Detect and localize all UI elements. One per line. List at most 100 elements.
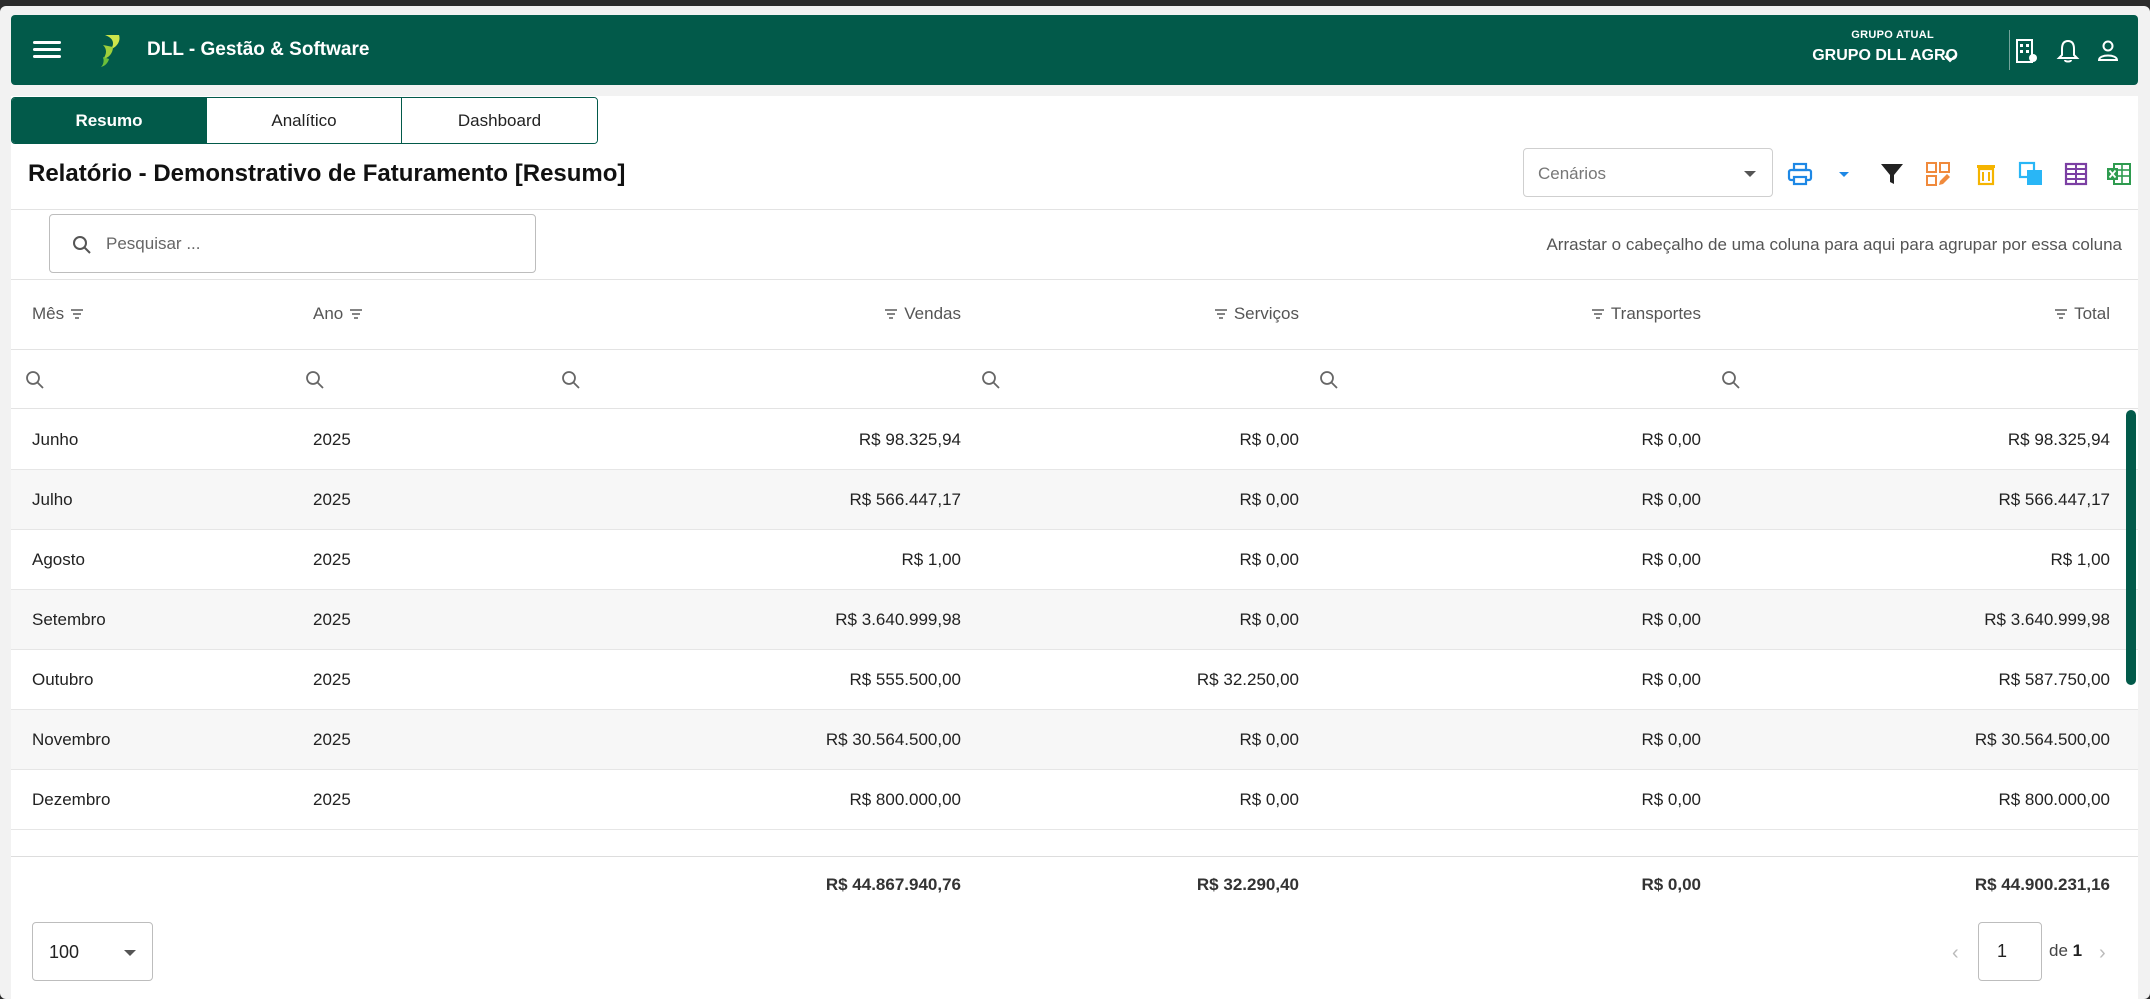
menu-icon[interactable] xyxy=(33,37,61,63)
app-window: DLL - Gestão & Software GRUPO ATUAL GRUP… xyxy=(0,6,2150,999)
cell-total: R$ 3.640.999,98 xyxy=(1984,610,2110,629)
table-row[interactable]: Julho 2025 R$ 566.447,17 R$ 0,00 R$ 0,00… xyxy=(11,470,2138,530)
divider xyxy=(2009,30,2010,70)
cell-ano: 2025 xyxy=(313,430,351,449)
table-row[interactable]: Outubro 2025 R$ 555.500,00 R$ 32.250,00 … xyxy=(11,650,2138,710)
tab-dashboard[interactable]: Dashboard xyxy=(402,98,597,143)
table-row[interactable]: Agosto 2025 R$ 1,00 R$ 0,00 R$ 0,00 R$ 1… xyxy=(11,530,2138,590)
copy-icon[interactable] xyxy=(2017,160,2045,188)
filter-search-icon[interactable] xyxy=(1319,370,1339,390)
filter-search-icon[interactable] xyxy=(561,370,581,390)
filter-search-icon[interactable] xyxy=(25,370,45,390)
cell-total: R$ 30.564.500,00 xyxy=(1974,730,2110,749)
scenario-select[interactable]: Cenários xyxy=(1523,148,1773,197)
caret-down-icon xyxy=(1744,171,1756,177)
column-header-label: Mês xyxy=(32,304,65,323)
column-header-vendas[interactable]: Vendas xyxy=(884,280,961,348)
group-selector[interactable]: GRUPO ATUAL GRUPO DLL AGRO xyxy=(1812,29,1958,65)
table-row[interactable]: Setembro 2025 R$ 3.640.999,98 R$ 0,00 R$… xyxy=(11,590,2138,650)
cell-ano: 2025 xyxy=(313,550,351,569)
cell-servicos: R$ 0,00 xyxy=(1239,550,1299,569)
column-header-mes[interactable]: Mês xyxy=(32,280,84,348)
cell-mes: Dezembro xyxy=(32,790,111,809)
page-number-input[interactable] xyxy=(1978,922,2042,981)
logo-icon xyxy=(101,35,120,67)
total-pages: 1 xyxy=(2072,941,2083,960)
page-size-value: 100 xyxy=(49,942,80,962)
column-header-label: Serviços xyxy=(1233,304,1299,323)
group-value: GRUPO DLL AGRO xyxy=(1812,47,1958,64)
totals-row: R$ 44.867.940,76 R$ 32.290,40 R$ 0,00 R$… xyxy=(11,856,2138,910)
cell-vendas: R$ 3.640.999,98 xyxy=(835,610,961,629)
chevron-right-icon[interactable]: › xyxy=(2099,942,2106,965)
columns-icon[interactable] xyxy=(2062,160,2090,188)
cell-total: R$ 587.750,00 xyxy=(1998,670,2110,689)
divider xyxy=(11,209,2138,210)
sort-icon xyxy=(350,309,363,319)
total-vendas: R$ 44.867.940,76 xyxy=(825,875,961,894)
filter-icon[interactable] xyxy=(1878,160,1906,188)
page-size-select[interactable]: 100 xyxy=(32,922,153,981)
cell-vendas: R$ 30.564.500,00 xyxy=(825,730,961,749)
column-header-label: Transportes xyxy=(1610,304,1701,323)
trash-icon[interactable] xyxy=(1972,160,2000,188)
search-input[interactable] xyxy=(106,229,506,259)
cell-mes: Junho xyxy=(32,430,79,449)
cell-transportes: R$ 0,00 xyxy=(1641,610,1701,629)
cell-total: R$ 98.325,94 xyxy=(2007,430,2110,449)
cell-ano: 2025 xyxy=(313,670,351,689)
table-row[interactable]: Dezembro 2025 R$ 800.000,00 R$ 0,00 R$ 0… xyxy=(11,770,2138,830)
tab-analitico[interactable]: Analítico xyxy=(207,98,402,143)
app-title: DLL - Gestão & Software xyxy=(147,39,370,60)
sort-icon xyxy=(2055,309,2068,319)
cell-total: R$ 800.000,00 xyxy=(1998,790,2110,809)
vertical-scrollbar[interactable] xyxy=(2126,410,2136,685)
filter-search-icon[interactable] xyxy=(981,370,1001,390)
print-dropdown-icon[interactable] xyxy=(1836,160,1852,188)
page-count: de 1 xyxy=(2049,941,2082,961)
bell-icon[interactable] xyxy=(2054,37,2082,65)
print-icon[interactable] xyxy=(1786,160,1814,188)
tab-resumo[interactable]: Resumo xyxy=(12,98,207,143)
total-total: R$ 44.900.231,16 xyxy=(1974,875,2110,894)
cell-mes: Julho xyxy=(32,490,73,509)
building-report-icon[interactable] xyxy=(2012,37,2040,65)
column-header-servicos[interactable]: Serviços xyxy=(1214,280,1299,348)
top-bar: DLL - Gestão & Software GRUPO ATUAL GRUP… xyxy=(11,15,2138,85)
filter-search-icon[interactable] xyxy=(1721,370,1741,390)
edit-layout-icon[interactable] xyxy=(1924,160,1952,188)
column-header-total[interactable]: Total xyxy=(2054,280,2110,348)
cell-mes: Novembro xyxy=(32,730,111,749)
chevron-left-icon[interactable]: ‹ xyxy=(1952,942,1959,965)
tab-bar: Resumo Analítico Dashboard xyxy=(11,97,598,144)
cell-transportes: R$ 0,00 xyxy=(1641,790,1701,809)
cell-vendas: R$ 566.447,17 xyxy=(849,490,961,509)
table-row[interactable]: Junho 2025 R$ 98.325,94 R$ 0,00 R$ 0,00 … xyxy=(11,410,2138,470)
user-icon[interactable] xyxy=(2094,37,2122,65)
excel-export-icon[interactable] xyxy=(2105,160,2133,188)
group-panel-hint: Arrastar o cabeçalho de uma coluna para … xyxy=(1546,235,2122,254)
cell-servicos: R$ 32.250,00 xyxy=(1196,670,1299,689)
cell-transportes: R$ 0,00 xyxy=(1641,670,1701,689)
page-title: Relatório - Demonstrativo de Faturamento… xyxy=(28,160,626,187)
filter-row xyxy=(11,349,2138,409)
cell-vendas: R$ 800.000,00 xyxy=(849,790,961,809)
cell-ano: 2025 xyxy=(313,610,351,629)
grid-body: Junho 2025 R$ 98.325,94 R$ 0,00 R$ 0,00 … xyxy=(11,410,2138,856)
cell-vendas: R$ 555.500,00 xyxy=(849,670,961,689)
column-header-ano[interactable]: Ano xyxy=(313,280,363,348)
cell-vendas: R$ 98.325,94 xyxy=(858,430,961,449)
data-grid: Mês Ano Vendas Serviços Transportes Tota… xyxy=(11,279,2138,910)
column-header-transportes[interactable]: Transportes xyxy=(1591,280,1701,348)
search-box xyxy=(49,214,536,273)
cell-servicos: R$ 0,00 xyxy=(1239,430,1299,449)
column-header-label: Total xyxy=(2074,304,2110,323)
cell-total: R$ 1,00 xyxy=(2050,550,2110,569)
cell-servicos: R$ 0,00 xyxy=(1239,610,1299,629)
search-icon xyxy=(73,236,91,254)
table-row[interactable]: Novembro 2025 R$ 30.564.500,00 R$ 0,00 R… xyxy=(11,710,2138,770)
cell-vendas: R$ 1,00 xyxy=(901,550,961,569)
cell-mes: Agosto xyxy=(32,550,85,569)
scenario-placeholder: Cenários xyxy=(1538,164,1607,183)
filter-search-icon[interactable] xyxy=(305,370,325,390)
